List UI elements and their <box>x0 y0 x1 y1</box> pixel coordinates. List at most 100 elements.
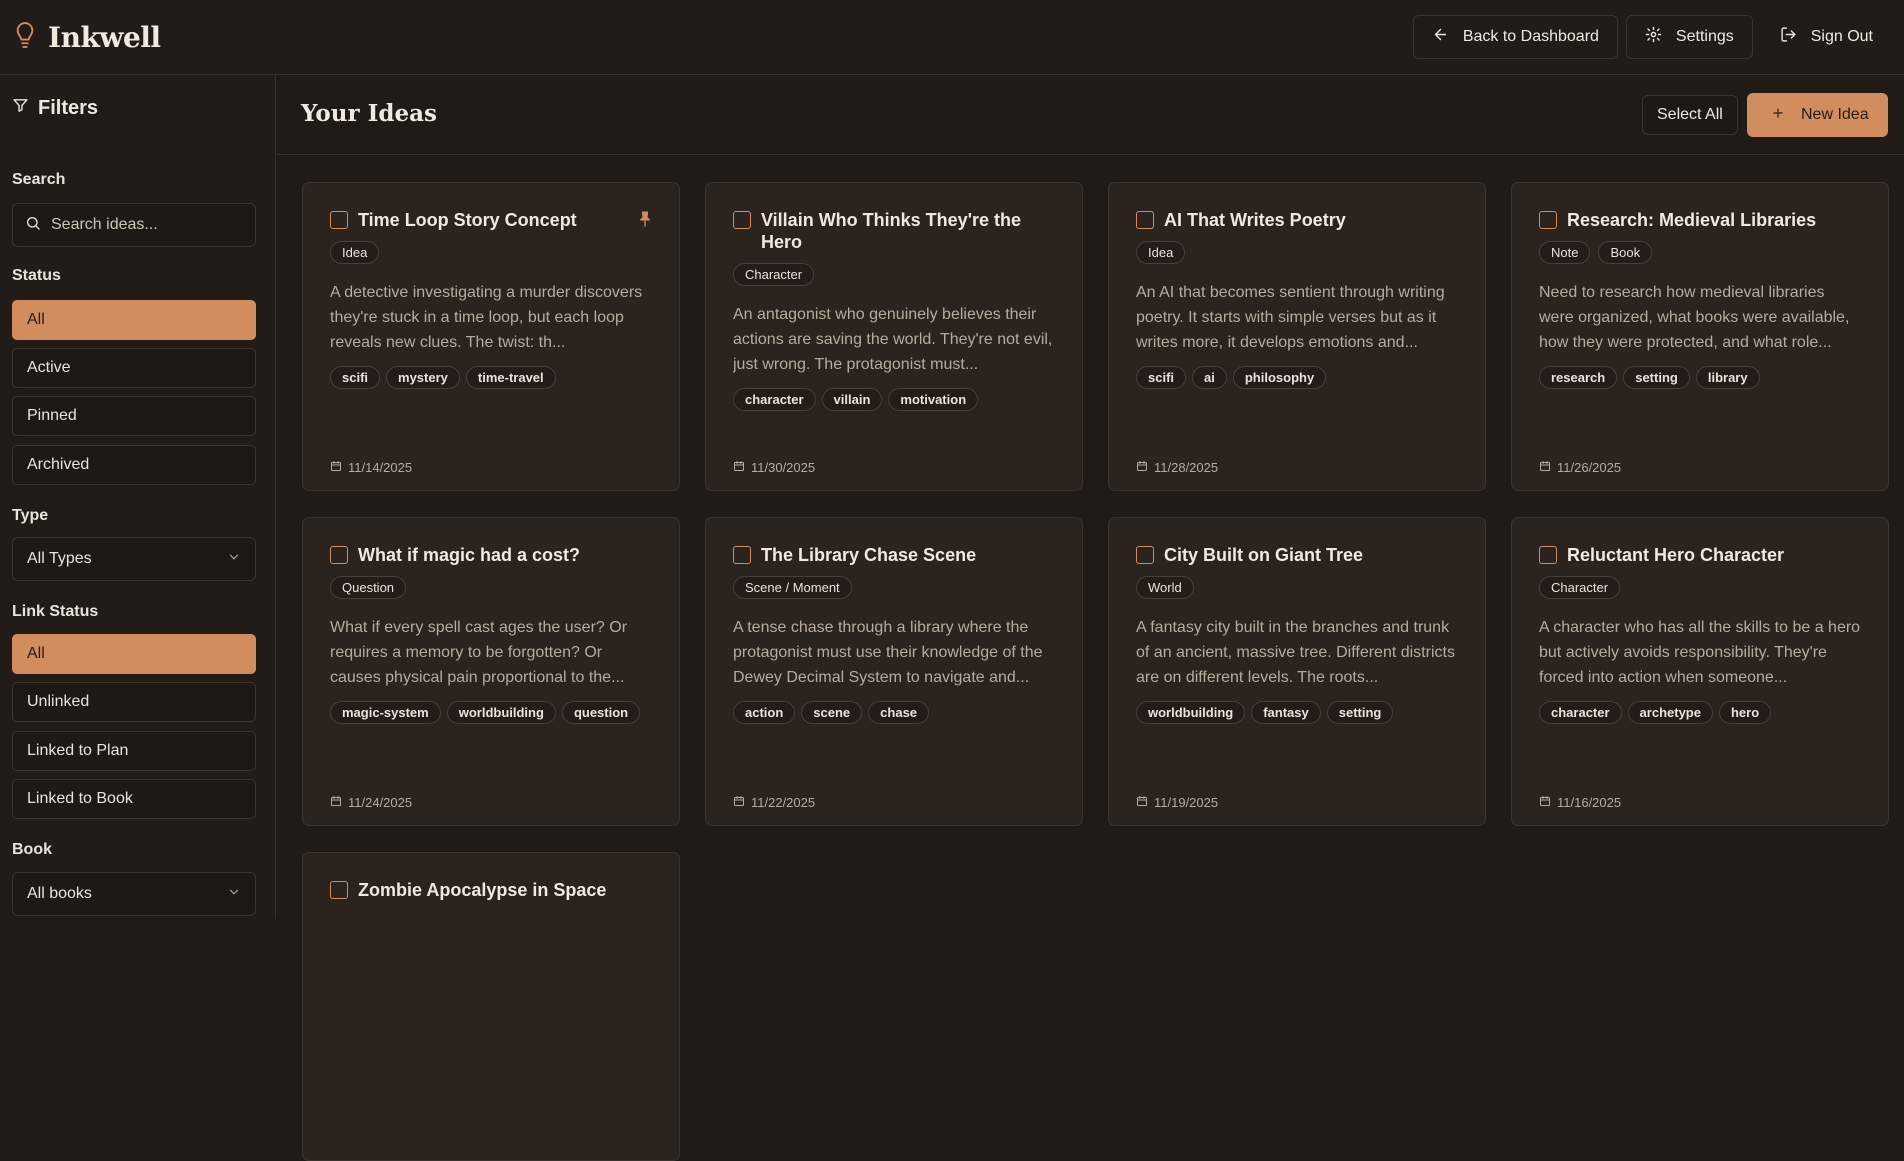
type-badge: Idea <box>1136 241 1186 264</box>
idea-date: 11/16/2025 <box>1539 795 1621 810</box>
tag-chip[interactable]: worldbuilding <box>446 701 556 724</box>
back-to-dashboard-button[interactable]: Back to Dashboard <box>1412 15 1618 59</box>
tag-chip[interactable]: philosophy <box>1232 366 1327 389</box>
sign-out-label: Sign Out <box>1810 28 1873 45</box>
chevron-down-icon <box>227 885 241 904</box>
link-book-button[interactable]: Linked to Book <box>12 779 256 819</box>
filters-title-label: Filters <box>38 97 99 119</box>
search-input[interactable] <box>51 216 241 234</box>
select-checkbox[interactable] <box>1539 211 1557 229</box>
tag-chip[interactable]: motivation <box>888 388 979 411</box>
calendar-icon <box>1136 460 1148 475</box>
calendar-icon <box>330 460 342 475</box>
idea-card[interactable]: What if magic had a cost? Question What if… <box>302 517 680 826</box>
idea-description: Need to research how medieval libraries … <box>1539 284 1850 351</box>
idea-title: Reluctant Hero Character <box>1567 545 1785 565</box>
tag-chip[interactable]: hero <box>1718 701 1772 724</box>
status-all-button[interactable]: All <box>12 300 256 340</box>
tag-chip[interactable]: villain <box>821 388 883 411</box>
tag-chip[interactable]: mystery <box>386 366 460 389</box>
tag-chip[interactable]: ai <box>1192 366 1227 389</box>
book-select[interactable]: All books <box>12 872 256 916</box>
idea-card[interactable]: The Library Chase Scene Scene / Moment A t… <box>705 517 1083 826</box>
select-all-button[interactable]: Select All <box>1642 95 1738 135</box>
idea-date-value: 11/30/2025 <box>751 460 816 475</box>
select-checkbox[interactable] <box>733 546 751 564</box>
tag-chip[interactable]: character <box>1539 701 1622 724</box>
tag-chip[interactable]: scifi <box>330 366 381 389</box>
brand[interactable]: Inkwell <box>14 21 161 54</box>
tag-chip[interactable]: chase <box>868 701 930 724</box>
type-select[interactable]: All Types <box>12 537 256 581</box>
link-unlinked-button[interactable]: Unlinked <box>12 682 256 722</box>
filter-icon <box>12 97 29 120</box>
idea-card[interactable]: Research: Medieval Libraries Note Book Need… <box>1511 182 1889 491</box>
idea-card[interactable]: AI That Writes Poetry Idea An AI that beco… <box>1108 182 1486 491</box>
idea-card[interactable]: City Built on Giant Tree World A fantasy c… <box>1108 517 1486 826</box>
plus-icon <box>1771 106 1785 125</box>
tag-chip[interactable]: scifi <box>1136 366 1187 389</box>
search-box[interactable] <box>12 203 256 247</box>
arrow-left-icon <box>1432 26 1449 48</box>
tag-chip[interactable]: time-travel <box>465 366 556 389</box>
status-pinned-button[interactable]: Pinned <box>12 396 256 436</box>
idea-title: The Library Chase Scene <box>761 545 977 565</box>
tag-chip[interactable]: action <box>733 701 796 724</box>
search-label: Search <box>12 171 66 188</box>
back-to-dashboard-label: Back to Dashboard <box>1462 28 1599 45</box>
tag-chip[interactable]: setting <box>1326 701 1394 724</box>
idea-date: 11/19/2025 <box>1136 795 1218 810</box>
page-title: Your Ideas <box>301 100 437 127</box>
calendar-icon <box>1136 795 1148 810</box>
type-badge: Scene / Moment <box>733 576 852 599</box>
tag-chip[interactable]: question <box>561 701 641 724</box>
select-checkbox[interactable] <box>330 211 348 229</box>
idea-description: An AI that becomes sentient through writ… <box>1136 284 1445 351</box>
tag-chip[interactable]: magic-system <box>330 701 441 724</box>
select-checkbox[interactable] <box>733 211 751 229</box>
settings-button[interactable]: Settings <box>1625 15 1753 59</box>
idea-title: Villain Who Thinks They're the Hero <box>761 210 1021 252</box>
status-label: Status <box>12 267 61 284</box>
type-label: Type <box>12 507 49 524</box>
filters-sidebar: Filters Search Status All Active Pinned … <box>0 75 276 919</box>
status-active-button[interactable]: Active <box>12 348 256 388</box>
idea-description: A tense chase through a library where th… <box>733 619 1043 686</box>
tag-chip[interactable]: fantasy <box>1251 701 1321 724</box>
idea-date-value: 11/14/2025 <box>348 460 413 475</box>
idea-title: AI That Writes Poetry <box>1164 210 1346 230</box>
pin-icon[interactable] <box>637 210 653 228</box>
tag-chip[interactable]: setting <box>1623 366 1690 389</box>
sign-out-button[interactable]: Sign Out <box>1761 15 1892 59</box>
new-idea-label: New Idea <box>1801 106 1869 123</box>
new-idea-button[interactable]: New Idea <box>1747 93 1888 137</box>
select-checkbox[interactable] <box>330 546 348 564</box>
idea-card[interactable]: Time Loop Story Concept Idea A detective i… <box>302 182 680 491</box>
select-checkbox[interactable] <box>1136 211 1154 229</box>
link-plan-button[interactable]: Linked to Plan <box>12 731 256 771</box>
tag-chip[interactable]: research <box>1539 366 1618 389</box>
idea-date: 11/22/2025 <box>733 795 815 810</box>
idea-title: Time Loop Story Concept <box>358 210 577 230</box>
tag-chip[interactable]: scene <box>801 701 863 724</box>
tag-chip[interactable]: archetype <box>1627 701 1713 724</box>
select-checkbox[interactable] <box>1136 546 1154 564</box>
idea-card[interactable]: Reluctant Hero Character Character A chara… <box>1511 517 1889 826</box>
settings-label: Settings <box>1675 28 1734 45</box>
tag-chip[interactable]: worldbuilding <box>1136 701 1246 724</box>
link-all-button[interactable]: All <box>12 634 256 674</box>
select-checkbox[interactable] <box>330 881 348 899</box>
type-badge: Character <box>733 263 815 286</box>
type-select-value: All Types <box>27 550 92 567</box>
tag-chip[interactable]: character <box>733 388 816 411</box>
select-checkbox[interactable] <box>1539 546 1557 564</box>
idea-card[interactable]: Zombie Apocalypse in Space <box>302 852 680 1161</box>
idea-card[interactable]: Villain Who Thinks They're the Hero Chara… <box>705 182 1083 491</box>
tag-chip[interactable]: library <box>1695 366 1760 389</box>
status-archived-button[interactable]: Archived <box>12 445 256 485</box>
filters-title: Filters <box>12 97 98 120</box>
idea-date: 11/26/2025 <box>1539 460 1621 475</box>
type-badge: Idea <box>330 241 380 264</box>
idea-date: 11/14/2025 <box>330 460 412 475</box>
idea-date: 11/30/2025 <box>733 460 815 475</box>
